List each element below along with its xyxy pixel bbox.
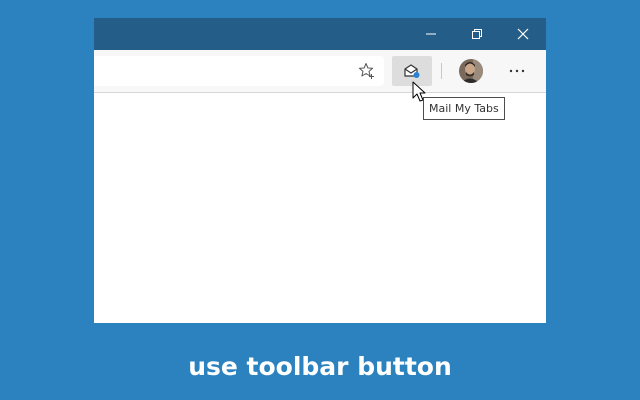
minimize-button[interactable] [408,18,454,50]
ellipsis-icon [509,69,525,73]
title-bar [94,18,546,50]
close-button[interactable] [500,18,546,50]
restore-button[interactable] [454,18,500,50]
toolbar-divider [441,63,442,79]
mail-my-tabs-icon [404,64,420,78]
star-add-icon [358,63,374,79]
tooltip: Mail My Tabs [423,97,505,120]
avatar [459,59,483,83]
address-bar[interactable] [94,56,384,86]
browser-window: Mail My Tabs [94,18,546,323]
minimize-icon [426,33,436,35]
caption: use toolbar button [188,352,452,381]
profile-avatar[interactable] [459,59,483,83]
page-content[interactable] [94,93,546,323]
browser-toolbar [94,50,546,93]
settings-more-button[interactable] [502,56,532,86]
restore-icon [472,29,482,39]
add-favorite-button[interactable] [352,56,382,86]
close-icon [517,28,529,40]
